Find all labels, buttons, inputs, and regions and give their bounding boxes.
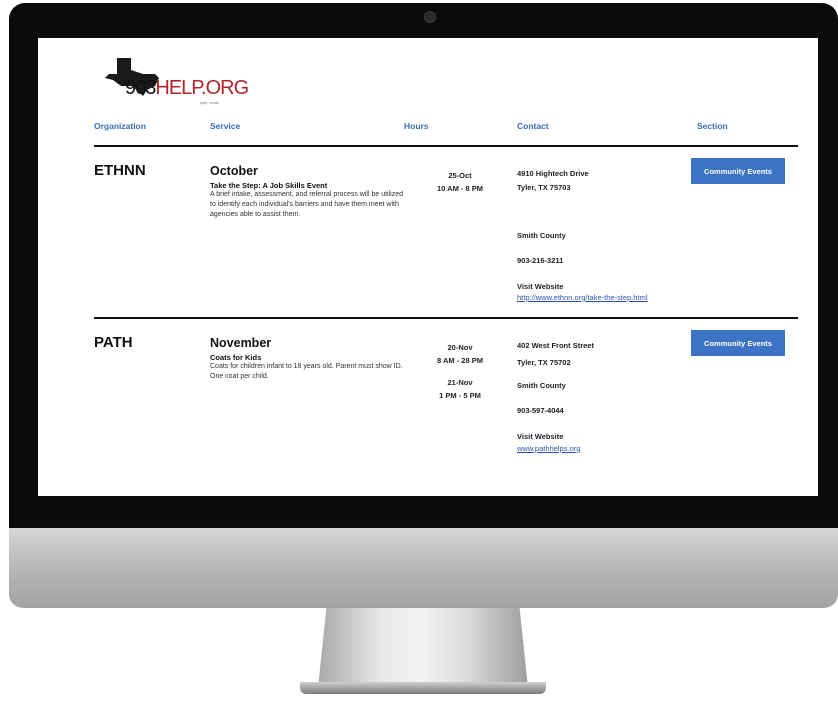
organization-name: PATH [94, 334, 133, 351]
visit-website-label: Visit Website [517, 432, 564, 441]
row-divider [94, 145, 798, 147]
column-header-service: Service [210, 121, 241, 131]
section-badge-community-events[interactable]: Community Events [691, 158, 785, 184]
event-date: 25-Oct [448, 171, 472, 180]
event-title: Coats for Kids [210, 353, 262, 362]
event-month: November [210, 336, 272, 350]
contact-address-line2: Tyler, TX 75703 [517, 183, 571, 192]
event-description: Coats for children infant to 18 years ol… [210, 363, 403, 380]
monitor-screen: 903HELP.ORG tyler, texas Organization Se… [38, 38, 818, 496]
event-time: 1 PM - 5 PM [439, 391, 481, 400]
column-header-organization: Organization [94, 121, 146, 131]
site-logo[interactable]: 903HELP.ORG tyler, texas [103, 56, 263, 106]
logo-903: 903 [125, 77, 156, 99]
event-month: October [210, 164, 258, 178]
event-time: 10 AM - 8 PM [437, 184, 483, 193]
monitor-stand-neck [318, 608, 528, 688]
row-divider [94, 317, 798, 319]
event-title: Take the Step: A Job Skills Event [210, 181, 328, 190]
monitor-chin [9, 528, 838, 608]
contact-county: Smith County [517, 231, 566, 240]
event-date: 20-Nov [447, 343, 473, 352]
logo-tagline: tyler, texas [200, 100, 220, 105]
column-header-contact: Contact [517, 121, 549, 131]
event-time: 8 AM - 28 PM [437, 356, 483, 365]
contact-phone: 903-216-3211 [517, 256, 564, 265]
logo-wordmark: 903HELP.ORG [125, 77, 249, 99]
webcam-icon [424, 11, 436, 23]
website-link[interactable]: http://www.ethnn.org/take-the-step.html [517, 293, 647, 302]
event-date: 21-Nov [447, 378, 473, 387]
column-header-hours: Hours [404, 121, 429, 131]
organization-name: ETHNN [94, 162, 146, 179]
event-description: A brief intake, assessment, and referral… [210, 191, 403, 218]
visit-website-label: Visit Website [517, 282, 564, 291]
logo-help-org: HELP.ORG [155, 77, 249, 99]
contact-address-line1: 4910 Hightech Drive [517, 169, 589, 178]
contact-phone: 903-597-4044 [517, 406, 564, 415]
website-link[interactable]: www.pathhelps.org [517, 444, 580, 453]
monitor-bottom-bezel [9, 498, 838, 528]
contact-address-line2: Tyler, TX 75702 [517, 358, 571, 367]
contact-address-line1: 402 West Front Street [517, 341, 594, 350]
section-badge-community-events[interactable]: Community Events [691, 330, 785, 356]
column-header-section: Section [697, 121, 728, 131]
contact-county: Smith County [517, 381, 566, 390]
monitor-stand-base [300, 682, 546, 694]
